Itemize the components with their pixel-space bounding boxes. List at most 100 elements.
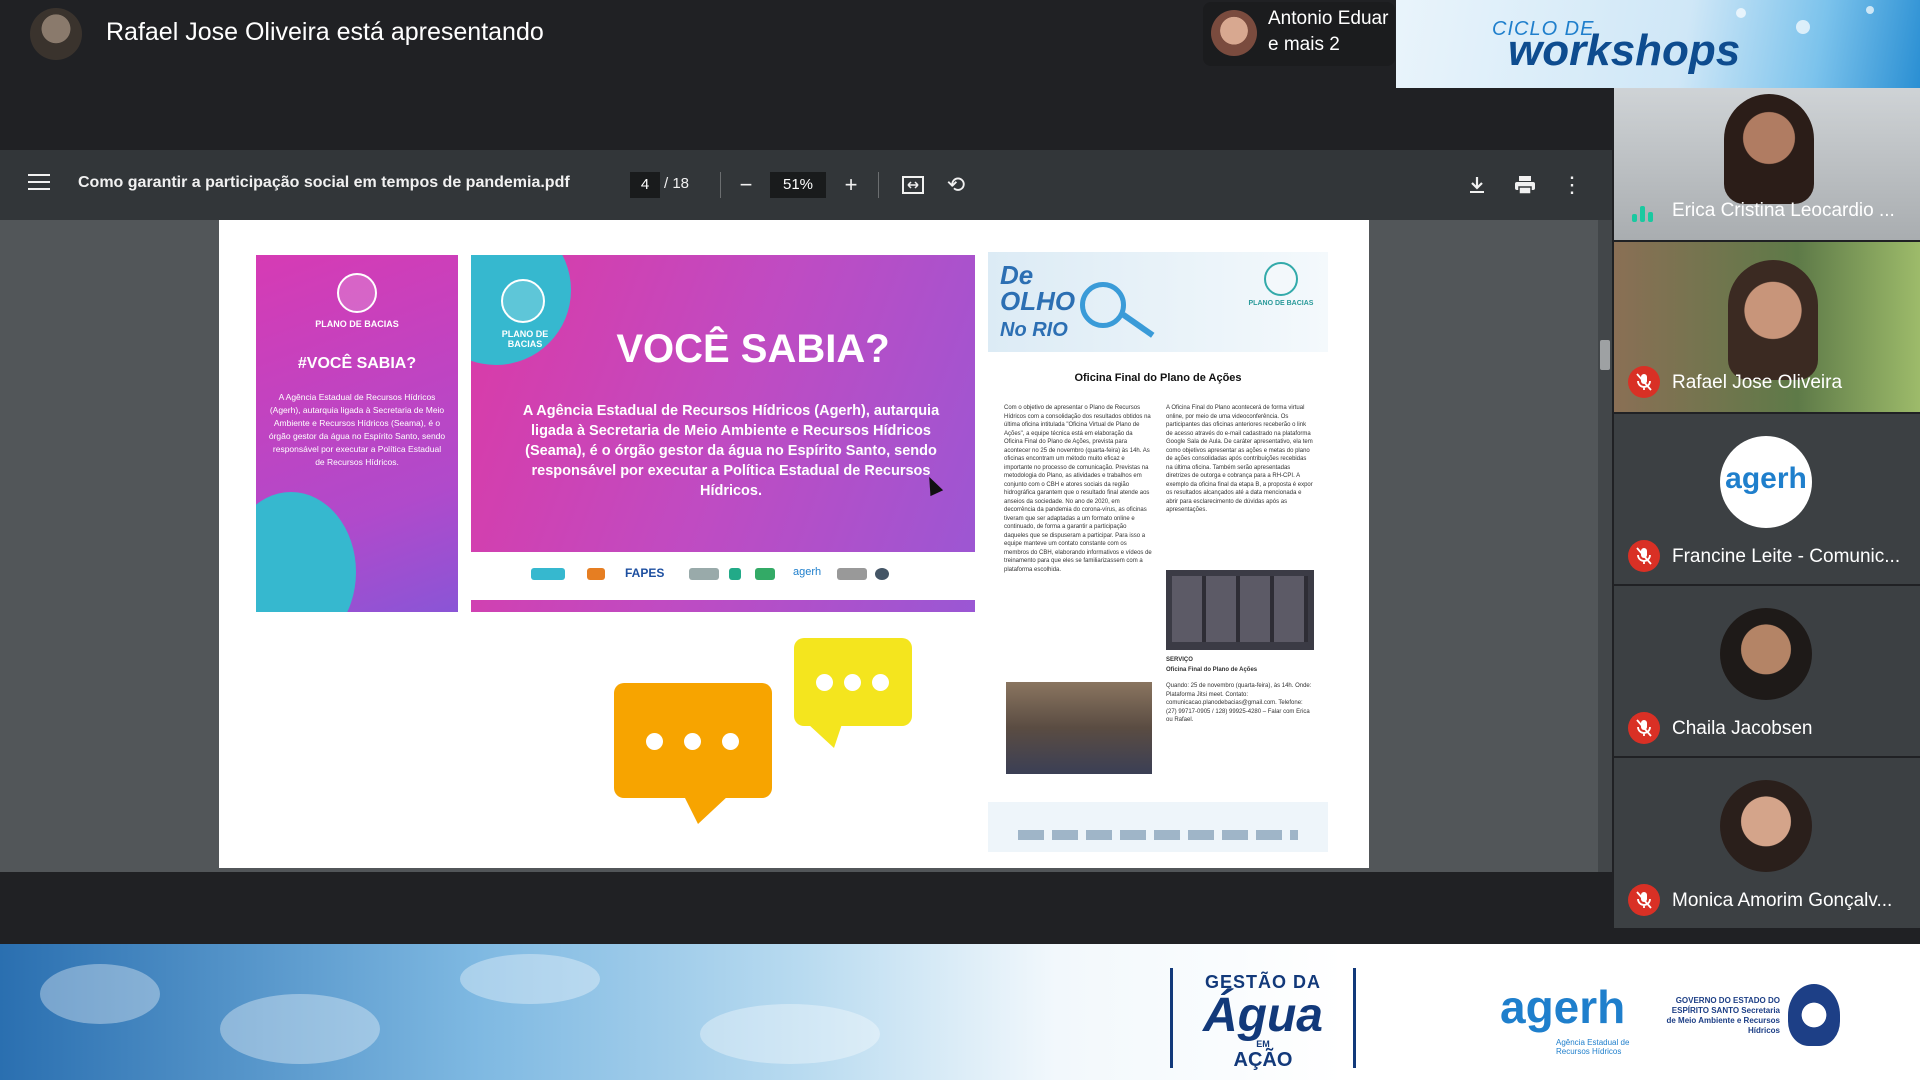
service-title: Oficina Final do Plano de Ações	[1166, 667, 1258, 673]
participant-tile[interactable]: Rafael Jose Oliveira	[1614, 242, 1920, 412]
mic-off-icon	[1628, 884, 1660, 916]
audio-level-icon	[1630, 204, 1658, 222]
pdf-toolbar: Como garantir a participação social em t…	[0, 150, 1612, 220]
mic-off-icon	[1628, 366, 1660, 398]
agerh-subtitle: Agência Estadual de Recursos Hídricos	[1556, 1038, 1630, 1056]
print-icon[interactable]	[1510, 170, 1540, 200]
small-poster-body: A Agência Estadual de Recursos Hídricos …	[268, 392, 446, 467]
participant-video	[1724, 94, 1814, 204]
chat-bubble-yellow-icon	[794, 638, 912, 748]
partner-logo	[587, 568, 605, 580]
agerh-logo: agerh	[1500, 981, 1626, 1033]
gestao-da-agua-logo: GESTÃO DA Água EM AÇÃO	[1170, 968, 1356, 1071]
water-drop	[1866, 6, 1874, 14]
page-number-input[interactable]: 4	[630, 172, 660, 198]
workshops-banner: CICLO DE workshops	[1396, 0, 1920, 88]
pdf-filename: Como garantir a participação social em t…	[78, 174, 570, 191]
water-drop	[1736, 8, 1746, 18]
newsletter-title: Oficina Final do Plano de Ações	[1074, 372, 1242, 384]
others-chip[interactable]: Antonio Eduar e mais 2	[1203, 2, 1395, 66]
others-avatar	[1211, 10, 1257, 56]
newsletter-brand: PLANO DE BACIAS	[1248, 300, 1314, 307]
small-poster-heading: #VOCÊ SABIA?	[297, 355, 417, 372]
small-poster-brand: PLANO DE BACIAS	[315, 319, 399, 329]
presenter-bar: Rafael Jose Oliveira está apresentando A…	[0, 0, 1395, 68]
partner-logo	[531, 568, 565, 580]
participant-name: Erica Cristina Leocardio ...	[1672, 200, 1895, 221]
mic-off-icon	[1628, 712, 1660, 744]
plano-logo-icon	[337, 273, 377, 313]
small-poster: PLANO DE BACIAS #VOCÊ SABIA? A Agência E…	[256, 255, 458, 612]
presenter-avatar	[30, 8, 82, 60]
avatar: agerh	[1720, 436, 1812, 528]
mic-off-icon	[1628, 540, 1660, 572]
big-poster: PLANO DE BACIAS VOCÊ SABIA? A Agência Es…	[471, 255, 975, 612]
big-poster-heading: VOCÊ SABIA?	[616, 327, 890, 371]
magnifier-handle	[1121, 312, 1155, 338]
meeting-photo	[1006, 682, 1152, 774]
partner-logo-agerh: agerh	[793, 566, 822, 578]
zoom-input[interactable]: 51%	[770, 172, 826, 198]
more-vert-icon[interactable]: ⋮	[1557, 170, 1587, 200]
participant-tile[interactable]: Chaila Jacobsen	[1614, 586, 1920, 756]
newsletter: De OLHO No RIO PLANO DE BACIAS Oficina F…	[988, 252, 1328, 852]
others-name: Antonio Eduar	[1268, 8, 1389, 29]
partner-logo	[689, 568, 719, 580]
participant-name: Chaila Jacobsen	[1672, 718, 1813, 739]
partner-logo-fapes: FAPES	[625, 566, 665, 580]
page-total: / 18	[664, 175, 690, 192]
big-poster-footer: FAPES agerh	[471, 552, 975, 600]
partner-seal	[875, 568, 889, 580]
fit-page-icon[interactable]	[898, 170, 928, 200]
avatar-agerh-logo: agerh	[1725, 462, 1807, 495]
service-body: Quando: 25 de novembro (quarta-feira), à…	[1166, 683, 1312, 723]
plus-icon[interactable]: +	[836, 170, 866, 200]
participant-video	[1728, 260, 1818, 380]
scrollbar-thumb[interactable]	[1600, 340, 1610, 370]
water-splash	[460, 954, 600, 1004]
toolbar-divider	[720, 172, 721, 198]
de-olho-no-rio-logo: De OLHO No RIO	[1000, 260, 1076, 341]
pdf-scrollbar[interactable]	[1598, 220, 1612, 872]
pdf-viewer: Como garantir a participação social em t…	[0, 150, 1612, 872]
others-count: e mais 2	[1268, 34, 1340, 55]
newsletter-col-1: Com o objetivo de apresentar o Plano de …	[1004, 405, 1152, 573]
toolbar-divider	[878, 172, 879, 198]
service-heading: SERVIÇO	[1166, 657, 1193, 663]
plano-logo-icon	[1264, 262, 1298, 296]
participant-tile[interactable]: Monica Amorim Gonçalv...	[1614, 758, 1920, 928]
magnifier-icon	[1080, 282, 1126, 328]
video-call-photo	[1166, 570, 1314, 650]
minus-icon[interactable]: −	[731, 170, 761, 200]
water-splash	[700, 1004, 880, 1064]
partner-logo	[837, 568, 867, 580]
newsletter-footer	[988, 802, 1328, 852]
newsletter-header: De OLHO No RIO PLANO DE BACIAS	[988, 252, 1328, 352]
participant-name: Monica Amorim Gonçalv...	[1672, 890, 1893, 911]
chat-bubble-orange-icon	[614, 683, 772, 824]
plano-logo-icon	[501, 279, 545, 323]
government-text: GOVERNO DO ESTADO DO ESPÍRITO SANTO Secr…	[1666, 996, 1780, 1035]
pdf-page: PLANO DE BACIAS #VOCÊ SABIA? A Agência E…	[219, 220, 1369, 868]
water-splash	[220, 994, 380, 1064]
bottom-banner: GESTÃO DA Água EM AÇÃO agerh Agência Est…	[0, 944, 1920, 1080]
presenter-label: Rafael Jose Oliveira está apresentando	[106, 18, 544, 46]
participant-tile[interactable]: Erica Cristina Leocardio ...	[1614, 88, 1920, 240]
workshops-title: workshops	[1508, 26, 1741, 75]
big-poster-body: A Agência Estadual de Recursos Hídricos …	[522, 403, 940, 499]
hamburger-icon[interactable]	[28, 174, 50, 194]
participant-tile[interactable]: agerh Francine Leite - Comunic...	[1614, 414, 1920, 584]
newsletter-col-2: A Oficina Final do Plano acontecerá de f…	[1166, 405, 1313, 513]
teal-shape	[256, 492, 356, 612]
avatar	[1720, 780, 1812, 872]
rotate-icon[interactable]: ⟲	[941, 170, 971, 200]
participant-name: Rafael Jose Oliveira	[1672, 372, 1843, 393]
water-drop	[1796, 20, 1810, 34]
water-splash	[40, 964, 160, 1024]
participant-name: Francine Leite - Comunic...	[1672, 546, 1901, 567]
avatar	[1720, 608, 1812, 700]
partner-logo	[755, 568, 775, 580]
partner-logo	[729, 568, 741, 580]
download-icon[interactable]	[1462, 170, 1492, 200]
state-seal-icon	[1788, 984, 1840, 1046]
